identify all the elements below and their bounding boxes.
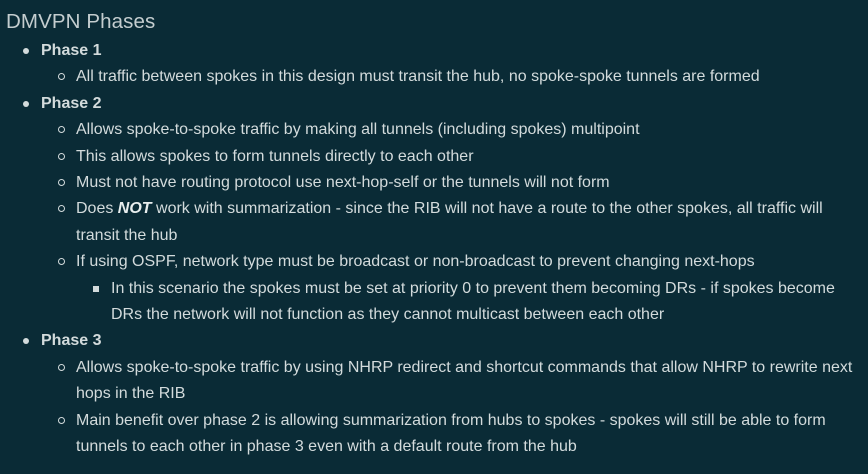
phase-title: Phase 2 [41,94,102,112]
phase-title: Phase 1 [41,42,102,59]
detail-text: If using OSPF, network type must be broa… [76,253,755,271]
phase-detail-list: Allows spoke-to-spoke traffic by using N… [41,355,868,461]
phase-detail-item: Main benefit over phase 2 is allowing su… [58,408,868,461]
phase-detail-item: If using OSPF, network type must be broa… [58,249,868,329]
emphasis-text: NOT [117,200,152,218]
phase-item: Phase 1 All traffic between spokes in th… [23,38,868,91]
phase-item: Phase 3 Allows spoke-to-spoke traffic by… [23,328,868,461]
page-title: DMVPN Phases [6,10,156,33]
phase-detail-item: Must not have routing protocol use next-… [58,170,868,196]
phase-item: Phase 2 Allows spoke-to-spoke traffic by… [23,91,868,329]
detail-text-prefix: Does [76,200,118,218]
phase-detail-list: Allows spoke-to-spoke traffic by making … [41,117,868,328]
phase-detail-list: All traffic between spokes in this desig… [41,64,868,90]
sub-detail-list: In this scenario the spokes must be set … [76,276,858,329]
notes-page: DMVPN Phases Phase 1 All traffic between… [0,0,868,474]
phase-detail-item: Does NOT work with summarization - since… [58,196,868,249]
phase-detail-item: This allows spokes to form tunnels direc… [58,144,868,170]
sub-detail-item: In this scenario the spokes must be set … [93,276,858,329]
phase-detail-item: All traffic between spokes in this desig… [58,64,868,90]
phase-detail-item: Allows spoke-to-spoke traffic by using N… [58,355,868,408]
detail-text-suffix: work with summarization - since the RIB … [76,200,823,244]
phase-title: Phase 3 [41,332,102,350]
phase-detail-item: Allows spoke-to-spoke traffic by making … [58,117,868,143]
phase-list: Phase 1 All traffic between spokes in th… [6,38,868,461]
